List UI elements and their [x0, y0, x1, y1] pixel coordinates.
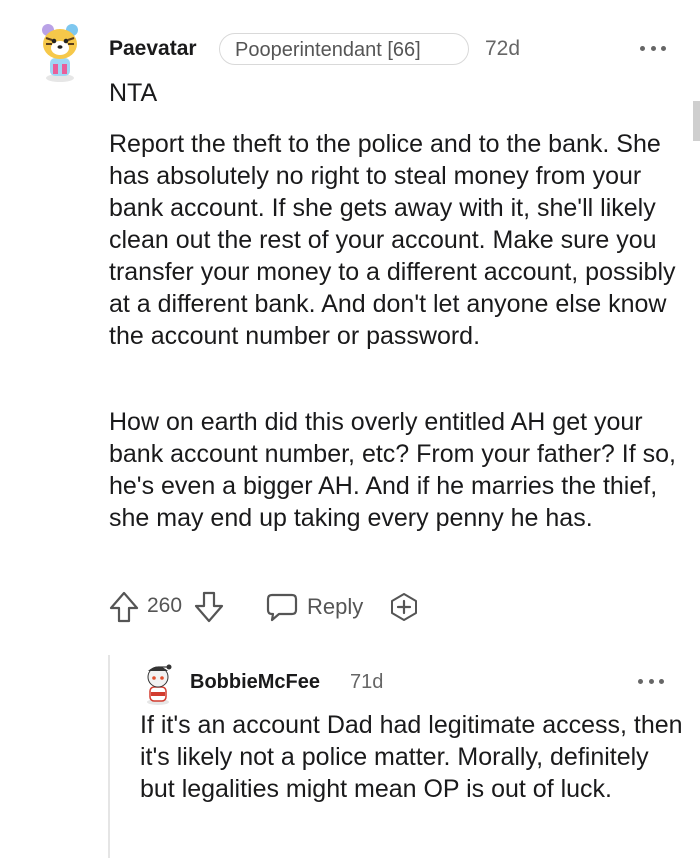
reply-username[interactable]: BobbieMcFee: [190, 671, 320, 694]
comment-paragraph: Report the theft to the police and to th…: [109, 130, 676, 350]
downvote-icon[interactable]: [193, 590, 225, 624]
comment-timestamp: 72d: [485, 37, 521, 60]
comment-paragraph: NTA: [109, 79, 158, 107]
reply-timestamp: 71d: [350, 671, 384, 693]
comment-header: Paevatar Pooperintendant [66] 72d: [0, 0, 700, 82]
comment-paragraph: How on earth did this overly entitled AH…: [109, 408, 676, 532]
reply-button[interactable]: Reply: [266, 588, 376, 626]
horizontal-ellipsis-icon[interactable]: [640, 42, 666, 54]
user-flair: Pooperintendant [66]: [219, 33, 469, 65]
thread-line[interactable]: [108, 655, 110, 858]
reply-text: If it's an account Dad had legitimate ac…: [140, 711, 683, 803]
reply-label: Reply: [307, 594, 364, 619]
award-icon[interactable]: [389, 592, 419, 622]
comment-username[interactable]: Paevatar: [109, 37, 197, 61]
speech-bubble-icon: [266, 593, 298, 622]
upvote-icon[interactable]: [108, 590, 140, 624]
user-avatar[interactable]: [37, 20, 83, 82]
horizontal-ellipsis-icon[interactable]: [638, 675, 664, 687]
comment-actions: 260 Reply: [0, 588, 700, 628]
scrollbar[interactable]: [693, 101, 700, 141]
reply-user-avatar[interactable]: [141, 661, 175, 705]
vote-count: 260: [147, 594, 183, 617]
